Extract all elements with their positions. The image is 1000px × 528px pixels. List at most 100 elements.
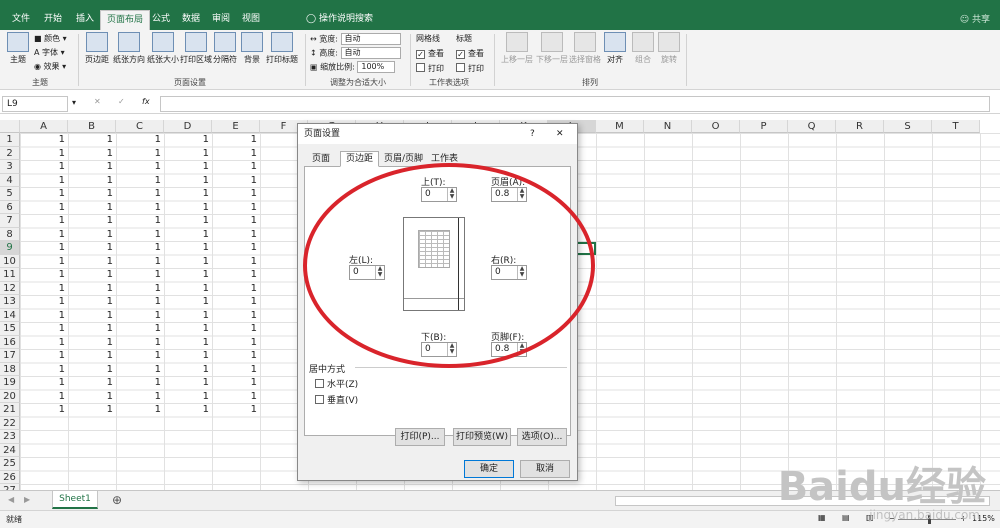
cell-b13[interactable]: 1 xyxy=(68,295,116,309)
tab-home[interactable]: 开始 xyxy=(38,10,68,30)
cell-b8[interactable]: 1 xyxy=(68,228,116,242)
cell-d2[interactable]: 1 xyxy=(164,147,212,161)
ok-button[interactable]: 确定 xyxy=(464,460,514,478)
cell-c1[interactable]: 1 xyxy=(116,133,164,147)
tab-data[interactable]: 数据 xyxy=(176,10,206,30)
align-button[interactable]: 对齐 xyxy=(604,32,626,74)
column-header-s[interactable]: S xyxy=(884,120,932,133)
rotate-button[interactable]: 旋转 xyxy=(658,32,680,74)
page-layout-view-icon[interactable]: ▤ xyxy=(842,513,850,522)
cell-c7[interactable]: 1 xyxy=(116,214,164,228)
breaks-button[interactable]: 分隔符 xyxy=(213,32,237,74)
cell-c16[interactable]: 1 xyxy=(116,336,164,350)
cell-e8[interactable]: 1 xyxy=(212,228,260,242)
print-preview-button[interactable]: 打印预览(W) xyxy=(453,428,511,446)
row-header-13[interactable]: 13 xyxy=(0,295,20,309)
column-header-a[interactable]: A xyxy=(20,120,68,133)
bring-forward-button[interactable]: 上移一层 xyxy=(500,32,534,74)
name-box[interactable]: L9 xyxy=(2,96,68,112)
cell-a4[interactable]: 1 xyxy=(20,174,68,188)
cell-a11[interactable]: 1 xyxy=(20,268,68,282)
check-icon[interactable]: ✓ xyxy=(118,97,125,106)
row-header-5[interactable]: 5 xyxy=(0,187,20,201)
cell-a5[interactable]: 1 xyxy=(20,187,68,201)
cell-b9[interactable]: 1 xyxy=(68,241,116,255)
column-header-d[interactable]: D xyxy=(164,120,212,133)
cell-d5[interactable]: 1 xyxy=(164,187,212,201)
cell-c13[interactable]: 1 xyxy=(116,295,164,309)
dialog-tab-margins[interactable]: 页边距 xyxy=(340,151,380,167)
cell-a7[interactable]: 1 xyxy=(20,214,68,228)
cancel-button[interactable]: 取消 xyxy=(520,460,570,478)
row-header-11[interactable]: 11 xyxy=(0,268,20,282)
cell-b6[interactable]: 1 xyxy=(68,201,116,215)
orientation-button[interactable]: 纸张方向 xyxy=(112,32,146,74)
cell-e14[interactable]: 1 xyxy=(212,309,260,323)
cell-c6[interactable]: 1 xyxy=(116,201,164,215)
cell-d12[interactable]: 1 xyxy=(164,282,212,296)
cell-e9[interactable]: 1 xyxy=(212,241,260,255)
insert-function-icon[interactable]: fx xyxy=(142,97,150,106)
row-header-14[interactable]: 14 xyxy=(0,308,20,322)
cell-b3[interactable]: 1 xyxy=(68,160,116,174)
row-header-4[interactable]: 4 xyxy=(0,173,20,187)
cell-e3[interactable]: 1 xyxy=(212,160,260,174)
row-header-15[interactable]: 15 xyxy=(0,322,20,336)
cell-b5[interactable]: 1 xyxy=(68,187,116,201)
background-button[interactable]: 背景 xyxy=(241,32,263,74)
row-header-18[interactable]: 18 xyxy=(0,362,20,376)
cell-a2[interactable]: 1 xyxy=(20,147,68,161)
cell-c14[interactable]: 1 xyxy=(116,309,164,323)
cell-c19[interactable]: 1 xyxy=(116,376,164,390)
cell-e6[interactable]: 1 xyxy=(212,201,260,215)
share-button[interactable]: ☺ 共享 xyxy=(960,12,990,25)
group-button[interactable]: 组合 xyxy=(632,32,654,74)
cell-a6[interactable]: 1 xyxy=(20,201,68,215)
cell-a9[interactable]: 1 xyxy=(20,241,68,255)
row-header-22[interactable]: 22 xyxy=(0,416,20,430)
column-header-e[interactable]: E xyxy=(212,120,260,133)
cell-e12[interactable]: 1 xyxy=(212,282,260,296)
cell-b18[interactable]: 1 xyxy=(68,363,116,377)
cell-a3[interactable]: 1 xyxy=(20,160,68,174)
tab-insert[interactable]: 插入 xyxy=(70,10,100,30)
column-header-c[interactable]: C xyxy=(116,120,164,133)
tab-page-layout[interactable]: 页面布局 xyxy=(100,10,151,30)
cell-d18[interactable]: 1 xyxy=(164,363,212,377)
cell-b2[interactable]: 1 xyxy=(68,147,116,161)
cell-d9[interactable]: 1 xyxy=(164,241,212,255)
cell-d1[interactable]: 1 xyxy=(164,133,212,147)
cell-c8[interactable]: 1 xyxy=(116,228,164,242)
cell-e4[interactable]: 1 xyxy=(212,174,260,188)
cell-e7[interactable]: 1 xyxy=(212,214,260,228)
cell-a14[interactable]: 1 xyxy=(20,309,68,323)
cell-e11[interactable]: 1 xyxy=(212,268,260,282)
selection-pane-button[interactable]: 选择窗格 xyxy=(569,32,601,74)
cell-d3[interactable]: 1 xyxy=(164,160,212,174)
cell-e13[interactable]: 1 xyxy=(212,295,260,309)
cancel-icon[interactable]: ✕ xyxy=(94,97,101,106)
cell-d20[interactable]: 1 xyxy=(164,390,212,404)
cell-c21[interactable]: 1 xyxy=(116,403,164,417)
cell-d8[interactable]: 1 xyxy=(164,228,212,242)
row-header-16[interactable]: 16 xyxy=(0,335,20,349)
row-header-12[interactable]: 12 xyxy=(0,281,20,295)
normal-view-icon[interactable]: ▦ xyxy=(818,513,826,522)
cell-d13[interactable]: 1 xyxy=(164,295,212,309)
cell-d6[interactable]: 1 xyxy=(164,201,212,215)
print-titles-button[interactable]: 打印标题 xyxy=(266,32,298,74)
cell-d21[interactable]: 1 xyxy=(164,403,212,417)
row-header-9[interactable]: 9 xyxy=(0,241,20,255)
cell-d16[interactable]: 1 xyxy=(164,336,212,350)
cell-b4[interactable]: 1 xyxy=(68,174,116,188)
cell-b15[interactable]: 1 xyxy=(68,322,116,336)
cell-d15[interactable]: 1 xyxy=(164,322,212,336)
cell-c20[interactable]: 1 xyxy=(116,390,164,404)
sheet-tab-sheet1[interactable]: Sheet1 xyxy=(52,491,98,509)
horizontal-checkbox[interactable]: 水平(Z) xyxy=(315,377,358,390)
tell-me-search[interactable]: ◯ 操作说明搜索 xyxy=(300,10,379,30)
cell-b20[interactable]: 1 xyxy=(68,390,116,404)
cell-b21[interactable]: 1 xyxy=(68,403,116,417)
cell-a16[interactable]: 1 xyxy=(20,336,68,350)
cell-c5[interactable]: 1 xyxy=(116,187,164,201)
